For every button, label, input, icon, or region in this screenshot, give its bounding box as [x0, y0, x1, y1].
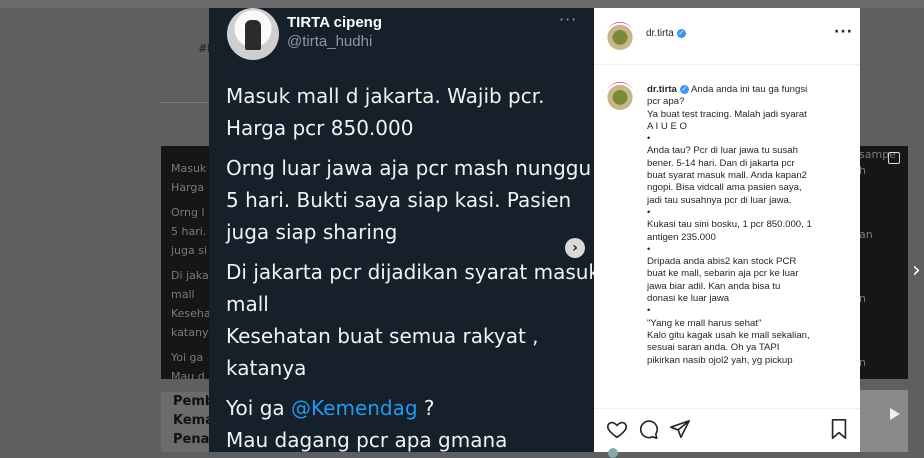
- tweet-line: juga siap sharing: [226, 220, 398, 244]
- background-text-line: Mau d: [171, 370, 205, 379]
- caption-username[interactable]: dr.tirta: [647, 84, 677, 95]
- background-text-line: h: [859, 164, 866, 177]
- caption-line: "Yang ke mall harus sehat": [647, 317, 762, 329]
- carousel-next-button[interactable]: ›: [565, 238, 585, 258]
- tweet-line: Di jakarta pcr dijadikan syarat masuk: [226, 260, 594, 284]
- tweet-mention-link[interactable]: @Kemendag: [291, 396, 418, 420]
- tweet-more-icon: ···: [559, 10, 578, 29]
- background-text-line: Keseha: [171, 307, 209, 320]
- caption-line: A I U E O: [647, 120, 687, 132]
- caption-line: pikirkan nasib ojol2 yah, yg pickup: [647, 354, 793, 366]
- caption-author-avatar[interactable]: [606, 82, 634, 110]
- save-bookmark-icon[interactable]: [829, 418, 849, 440]
- tweet-line: mall: [226, 292, 269, 316]
- background-text-line: Pena: [173, 432, 209, 447]
- likes-avatar: [608, 448, 618, 458]
- caption-line: ngopi. Bisa vidcall ama pasien saya,: [647, 182, 802, 194]
- comment-icon[interactable]: [637, 418, 659, 440]
- caption-line: •: [647, 206, 651, 218]
- verified-badge-icon: ✓: [679, 84, 689, 94]
- caption-line: bener. 5-14 hari. Dan di jakarta pcr: [647, 157, 795, 169]
- post-media-tweet: TIRTA cipeng @tirta_hudhi ··· Masuk mall…: [209, 8, 594, 452]
- caption-line: sesuai saran anda. Oh ya TAPI: [647, 342, 780, 354]
- caption-line: Kukasi tau sini bosku, 1 pcr 850.000, 1: [647, 219, 812, 231]
- background-text-line: katany: [171, 326, 209, 339]
- tweet-line: katanya: [226, 356, 307, 380]
- caption-line: Ya buat test tracing. Malah jadi syarat: [647, 108, 807, 120]
- author-avatar[interactable]: [606, 22, 634, 50]
- tweet-line: Harga pcr 850.000: [226, 116, 414, 140]
- background-text-line: Harga: [171, 181, 205, 194]
- caption-line: •: [647, 305, 651, 317]
- post-header: dr.tirta ✓ ···: [594, 8, 860, 65]
- tweet-mention-suffix: ?: [417, 396, 435, 420]
- caption-line: Dripada anda abis2 kan stock PCR: [647, 256, 797, 268]
- author-username[interactable]: dr.tirta ✓: [646, 28, 686, 39]
- caption-line: •: [647, 243, 651, 255]
- tweet-author-name: TIRTA cipeng: [287, 14, 382, 31]
- like-heart-icon[interactable]: [606, 418, 628, 440]
- background-text-line: Kema: [173, 413, 209, 428]
- multi-image-icon: [888, 152, 900, 164]
- caption-line: Kalo gitu kagak usah ke mall sekalian,: [647, 329, 810, 341]
- share-icon[interactable]: [669, 418, 691, 440]
- tweet-line: Masuk mall d jakarta. Wajib pcr.: [226, 84, 545, 108]
- caption-line: jadi tau susahnya pcr di luar jawa.: [647, 194, 792, 206]
- background-text-line: Pemb: [173, 394, 209, 409]
- tweet-mention-prefix: Yoi ga: [226, 396, 292, 420]
- caption-line: antigen 235.000: [647, 231, 716, 243]
- background-text-line: juga si: [171, 244, 208, 257]
- tweet-avatar-figure: [245, 20, 261, 50]
- post-caption: dr.tirta ✓ Anda anda ini tau ga fungsi pc…: [647, 84, 843, 367]
- tweet-mention-line: Yoi ga @Kemendag ?: [226, 396, 435, 420]
- background-video-thumbnail: [855, 390, 908, 452]
- background-text-line: an: [859, 228, 873, 241]
- author-username-text: dr.tirta: [646, 28, 674, 39]
- caption-line: Anda tau? Pcr di luar jawa tu susah: [647, 145, 798, 157]
- caption-line: jawa biar adil. Kan anda bisa tu: [647, 280, 781, 292]
- background-text-line: Orng l: [171, 206, 205, 219]
- play-icon: [890, 408, 900, 420]
- background-text-line: n: [859, 292, 866, 305]
- background-text-line: Yoi ga: [171, 351, 204, 364]
- next-post-arrow[interactable]: ›: [912, 258, 921, 283]
- tweet-line: Mau dagang pcr apa gmana: [226, 428, 508, 452]
- background-text-line: Di jaka: [171, 269, 209, 282]
- caption-first-line: dr.tirta ✓ Anda anda ini tau ga fungsi: [647, 84, 843, 96]
- instagram-post-panel: dr.tirta ✓ ··· dr.tirta ✓ Anda anda ini ta…: [594, 8, 860, 458]
- caption-line: •: [647, 133, 651, 145]
- background-text-line: mall: [171, 288, 195, 301]
- post-actions-bar: [594, 408, 860, 453]
- background-headline: Pemb Kema Pena: [161, 392, 209, 452]
- background-text-line: 5 hari.: [171, 225, 207, 238]
- background-text-line: n: [859, 356, 866, 369]
- verified-badge-icon: ✓: [676, 28, 686, 38]
- caption-line: pcr apa?: [647, 96, 685, 108]
- caption-line: buat syarat masuk mall. Anda kapan2: [647, 170, 807, 182]
- caption-line: buat ke mall, sebarin aja pcr ke luar: [647, 268, 799, 280]
- tweet-line: 5 hari. Bukti saya siap kasi. Pasien: [226, 188, 572, 212]
- background-post-left: Masuk Harga Orng l 5 hari. juga si Di jaka mal…: [161, 146, 209, 379]
- background-post-right: sampe h an n n: [855, 146, 908, 379]
- caption-first-text: Anda anda ini tau ga fungsi: [688, 84, 808, 95]
- more-options-icon[interactable]: ···: [834, 24, 853, 40]
- caption-line: donasi ke luar jawa: [647, 293, 730, 305]
- tweet-author-handle: @tirta_hudhi: [287, 33, 373, 50]
- background-page-header: [0, 0, 924, 8]
- tweet-line: Kesehatan buat semua rakyat ,: [226, 324, 539, 348]
- tweet-line: Orng luar jawa aja pcr mash nunggu: [226, 156, 592, 180]
- background-divider: [160, 102, 210, 103]
- background-text-line: Masuk: [171, 162, 207, 175]
